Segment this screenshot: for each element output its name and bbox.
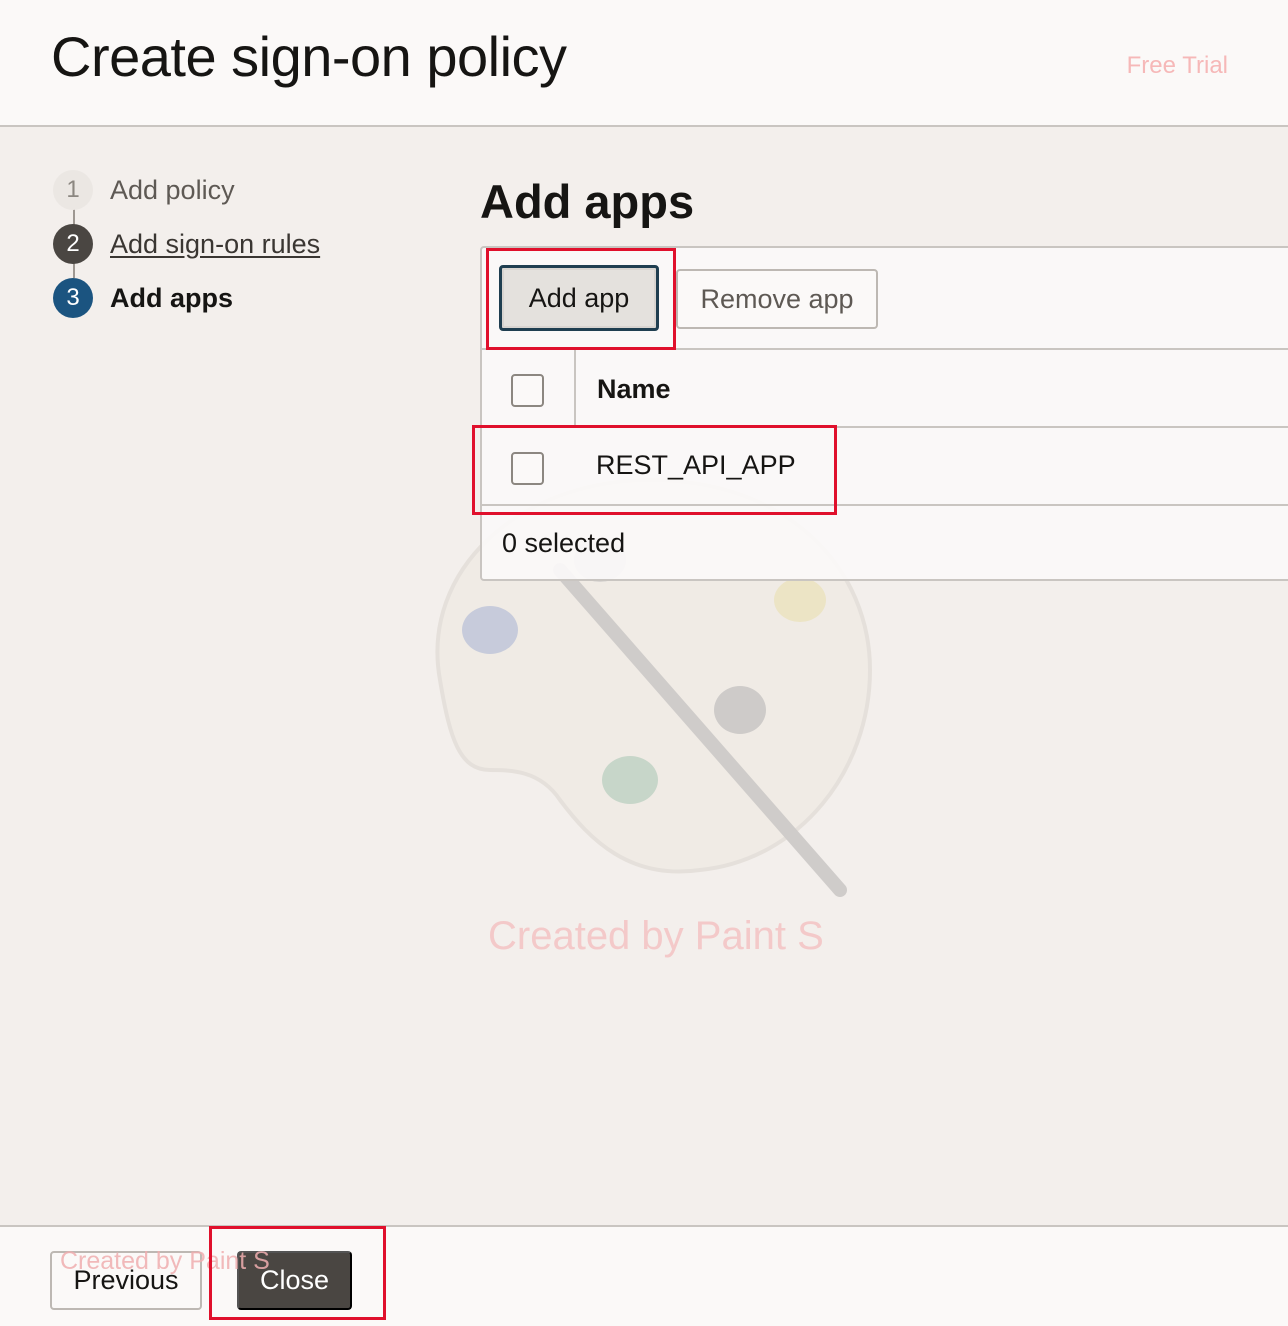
- step-add-policy[interactable]: 1 Add policy: [53, 169, 235, 211]
- dialog-header: Create sign-on policy Free Trial: [0, 0, 1288, 127]
- column-divider: [574, 350, 576, 426]
- app-name-cell: REST_API_APP: [596, 450, 796, 480]
- step-number: 2: [53, 224, 93, 264]
- select-all-checkbox[interactable]: [511, 374, 544, 407]
- step-number: 3: [53, 278, 93, 318]
- row-checkbox[interactable]: [511, 452, 544, 485]
- step-add-sign-on-rules[interactable]: 2 Add sign-on rules: [53, 223, 320, 265]
- step-number: 1: [53, 170, 93, 210]
- column-header-name[interactable]: Name: [597, 374, 671, 405]
- table-row[interactable]: REST_API_APP: [482, 428, 1288, 506]
- free-trial-label: Free Trial: [1126, 52, 1228, 79]
- apps-table-panel: Add app Remove app Name REST_API_APP 0 s…: [480, 246, 1288, 581]
- table-header-row: Name: [482, 350, 1288, 428]
- add-app-button[interactable]: Add app: [499, 265, 659, 331]
- section-title: Add apps: [480, 175, 695, 228]
- step-add-apps[interactable]: 3 Add apps: [53, 277, 233, 319]
- watermark-text: Created by Paint S: [488, 914, 824, 958]
- step-label: Add apps: [110, 282, 234, 313]
- remove-app-button[interactable]: Remove app: [676, 269, 878, 329]
- page-title: Create sign-on policy: [51, 25, 567, 88]
- table-toolbar: Add app Remove app: [482, 248, 1288, 350]
- selection-count: 0 selected: [502, 528, 626, 558]
- step-label: Add policy: [110, 174, 235, 205]
- step-link[interactable]: Add sign-on rules: [110, 229, 320, 260]
- watermark-text-small: Created by Paint S: [60, 1247, 270, 1275]
